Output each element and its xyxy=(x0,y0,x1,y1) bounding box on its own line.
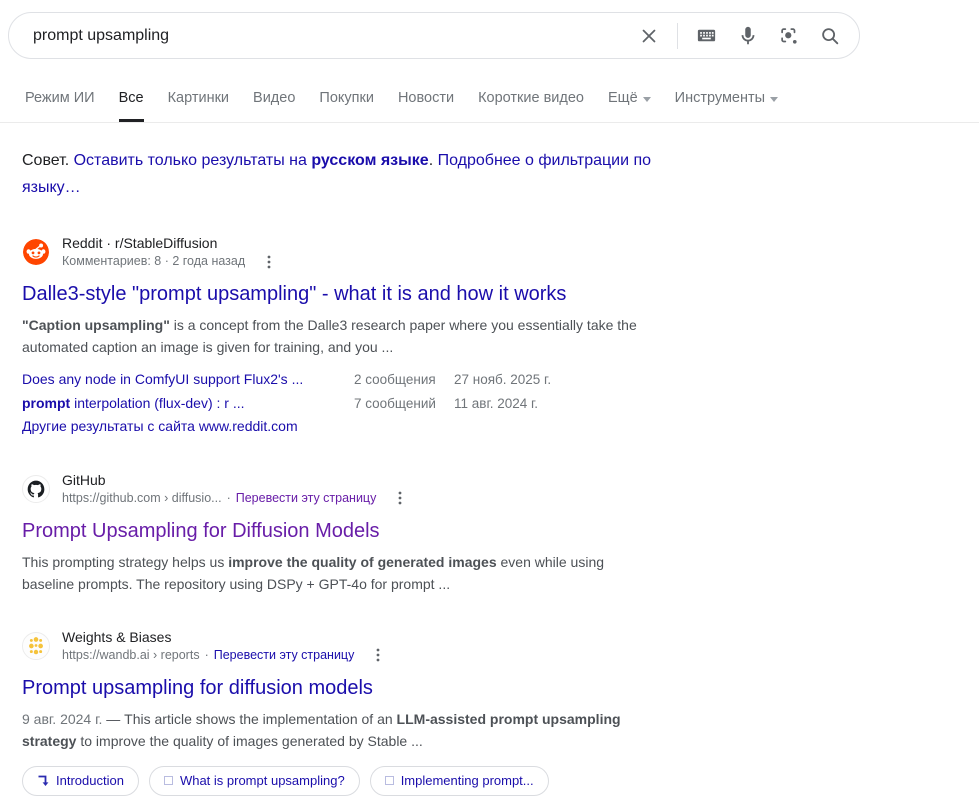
search-input[interactable] xyxy=(31,25,638,46)
language-tip: Совет. Оставить только результаты на рус… xyxy=(22,147,667,201)
kebab-menu-icon[interactable] xyxy=(371,647,385,663)
result-snippet: "Caption upsampling" is a concept from t… xyxy=(22,314,647,358)
tab-tools[interactable]: Инструменты xyxy=(674,90,779,122)
tab-label: Покупки xyxy=(319,90,374,106)
clear-icon[interactable] xyxy=(638,25,660,47)
tab-label: Все xyxy=(118,90,144,106)
searchbar-divider xyxy=(677,22,678,49)
sublink-date: 27 нояб. 2025 г. xyxy=(454,372,552,387)
sublink-more-results[interactable]: Другие результаты с сайта www.reddit.com xyxy=(22,415,354,438)
chip-label: Introduction xyxy=(56,773,124,788)
chip-introduction[interactable]: Introduction xyxy=(22,765,139,796)
lens-icon[interactable] xyxy=(778,25,800,47)
result-header: GitHub https://github.com › diffusio... … xyxy=(22,471,677,507)
snippet-text: — This article shows the implementation … xyxy=(102,710,397,727)
search-icon[interactable] xyxy=(819,25,841,47)
result-breadcrumb: https://github.com › diffusio... xyxy=(62,490,222,505)
tab-label: Видео xyxy=(253,90,296,106)
chip-label: Implementing prompt... xyxy=(400,773,534,788)
wandb-favicon xyxy=(22,631,50,660)
result-github: GitHub https://github.com › diffusio... … xyxy=(22,471,677,595)
translate-link[interactable]: Перевести эту страницу xyxy=(214,647,355,664)
result-header: Weights & Biases https://wandb.ai › repo… xyxy=(22,628,677,664)
tab-shopping[interactable]: Покупки xyxy=(319,90,374,122)
translate-link[interactable]: Перевести эту страницу xyxy=(236,490,377,507)
tab-more[interactable]: Ещё xyxy=(608,90,651,122)
tab-all[interactable]: Все xyxy=(118,90,144,122)
reddit-favicon xyxy=(22,238,50,266)
snippet-bold: "Caption upsampling" xyxy=(22,317,170,333)
search-bar xyxy=(8,12,860,59)
keyboard-icon[interactable] xyxy=(695,24,718,47)
result-wandb: Weights & Biases https://wandb.ai › repo… xyxy=(22,628,677,796)
chevron-down-icon xyxy=(642,96,651,102)
snippet-text: to improve the quality of images generat… xyxy=(76,732,423,749)
tab-label: Режим ИИ xyxy=(25,90,95,106)
tip-separator: . xyxy=(428,152,438,169)
sublink[interactable]: Does any node in ComfyUI support Flux2's… xyxy=(22,368,354,391)
sublink-row: prompt interpolation (flux-dev) : r ... … xyxy=(22,392,677,416)
breadcrumb-separator: · xyxy=(226,490,231,505)
result-meta: Комментариев: 8 · 2 года назад xyxy=(62,254,246,268)
sublink-post-count: 2 сообщения xyxy=(354,372,436,387)
tip-filter-link[interactable]: Оставить только результаты на русском яз… xyxy=(74,152,429,169)
breadcrumb-separator: · xyxy=(204,647,209,662)
result-reddit: Reddit · r/StableDiffusion Комментариев:… xyxy=(22,234,677,438)
kebab-menu-icon[interactable] xyxy=(393,490,407,506)
snippet-text: This prompting strategy helps us xyxy=(22,553,229,570)
tab-news[interactable]: Новости xyxy=(398,90,454,122)
sublink-row: Does any node in ComfyUI support Flux2's… xyxy=(22,368,677,392)
placeholder-glyph-icon xyxy=(163,776,173,785)
chip-label: What is prompt upsampling? xyxy=(179,773,345,788)
result-title[interactable]: Prompt upsampling for diffusion models xyxy=(22,675,373,701)
result-header: Reddit · r/StableDiffusion Комментариев:… xyxy=(22,234,677,270)
result-title[interactable]: Prompt Upsampling for Diffusion Models xyxy=(22,518,380,544)
chip-implementing[interactable]: Implementing prompt... xyxy=(369,765,549,796)
mic-icon[interactable] xyxy=(737,25,759,47)
placeholder-glyph-icon xyxy=(384,776,394,785)
tab-label: Ещё xyxy=(607,90,638,106)
sublink-date: 11 авг. 2024 г. xyxy=(454,395,539,411)
tab-label: Картинки xyxy=(167,90,230,106)
sublink-post-count: 7 сообщений xyxy=(354,395,436,411)
jump-to-icon xyxy=(38,775,49,786)
tip-link-bold: русском языке xyxy=(311,152,429,169)
tabs-divider xyxy=(0,122,979,123)
sublink[interactable]: prompt interpolation (flux-dev) : r ... xyxy=(22,392,354,415)
chevron-down-icon xyxy=(770,96,779,102)
sublink-row: Другие результаты с сайта www.reddit.com xyxy=(22,415,677,438)
snippet-date: 9 авг. 2024 г. xyxy=(22,710,103,727)
search-results: Совет. Оставить только результаты на рус… xyxy=(22,147,677,796)
result-source[interactable]: Weights & Biases xyxy=(62,628,385,647)
tab-label: Короткие видео xyxy=(478,90,584,106)
tab-short-videos[interactable]: Короткие видео xyxy=(478,90,584,122)
tab-videos[interactable]: Видео xyxy=(253,90,295,122)
tab-images[interactable]: Картинки xyxy=(168,90,229,122)
result-source[interactable]: Reddit · r/StableDiffusion xyxy=(62,234,276,253)
kebab-menu-icon[interactable] xyxy=(262,254,276,270)
snippet-bold: improve the quality of generated images xyxy=(228,553,497,570)
chip-what-is[interactable]: What is prompt upsampling? xyxy=(148,765,360,796)
tab-ai-mode[interactable]: Режим ИИ xyxy=(25,90,95,122)
search-tabs: Режим ИИ Все Картинки Видео Покупки Ново… xyxy=(25,90,779,122)
result-breadcrumb: https://wandb.ai › reports xyxy=(62,647,200,662)
github-favicon xyxy=(22,474,50,503)
reddit-sublinks: Does any node in ComfyUI support Flux2's… xyxy=(22,368,677,438)
tip-prefix: Совет. xyxy=(22,152,74,169)
result-source[interactable]: GitHub xyxy=(62,471,407,490)
tab-label: Инструменты xyxy=(674,90,766,106)
tab-label: Новости xyxy=(397,90,455,106)
section-chips: Introduction What is prompt upsampling? … xyxy=(22,765,677,796)
result-snippet: 9 авг. 2024 г. — This article shows the … xyxy=(22,708,647,752)
tip-link-text: Оставить только результаты на xyxy=(73,152,312,169)
result-snippet: This prompting strategy helps us improve… xyxy=(22,551,647,595)
result-title[interactable]: Dalle3-style "prompt upsampling" - what … xyxy=(22,281,566,307)
